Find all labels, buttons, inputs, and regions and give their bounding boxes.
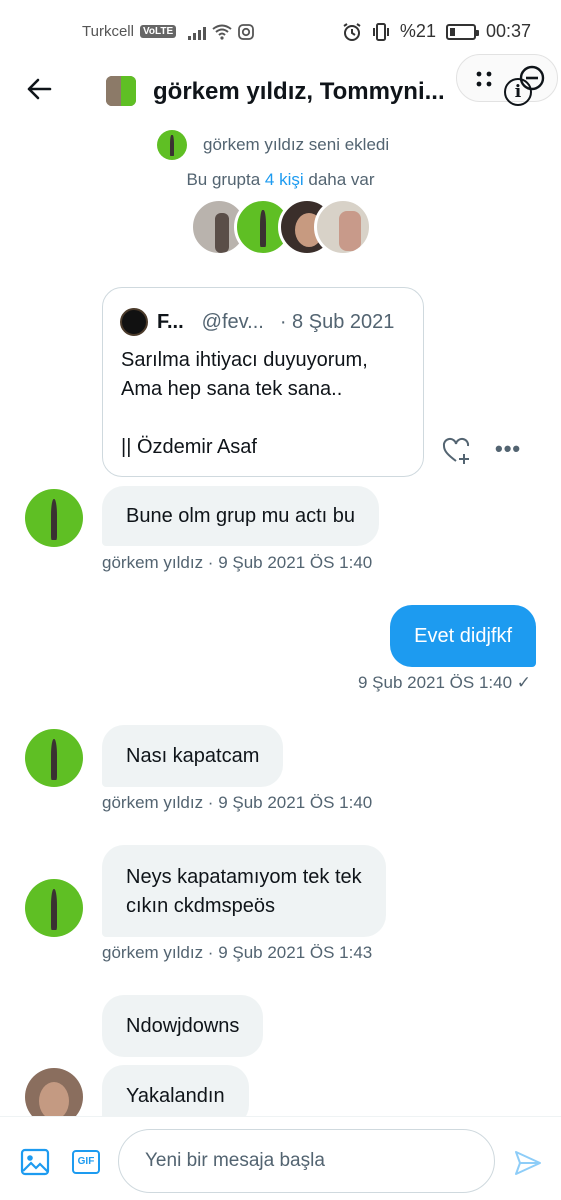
members-link[interactable]: 4 kişi <box>265 170 304 189</box>
status-left: Turkcell VoLTE <box>82 23 255 40</box>
message-meta: görkem yıldız · 9 Şub 2021 ÖS 1:40 <box>102 793 373 812</box>
adder-avatar <box>157 130 187 160</box>
message-composer: GIF <box>0 1116 561 1200</box>
carrier-label: Turkcell <box>82 23 134 40</box>
group-avatar[interactable] <box>106 76 136 106</box>
message-bubble[interactable]: Neys kapatamıyom tek tek cıkın ckdmspeös <box>102 845 386 937</box>
message-bubble[interactable]: Bune olm grup mu actı bu <box>102 486 380 546</box>
count-suffix: daha var <box>303 170 375 189</box>
sender-avatar[interactable] <box>25 729 83 787</box>
message-meta: görkem yıldız · 9 Şub 2021 ÖS 1:40 <box>102 553 373 572</box>
vibrate-icon <box>372 22 389 41</box>
quote-author-name: F... <box>157 310 184 333</box>
gif-icon[interactable]: GIF <box>72 1150 100 1174</box>
message-bubble-outgoing[interactable]: Evet didjfkf <box>390 605 536 667</box>
image-icon[interactable] <box>20 1147 50 1177</box>
sender-avatar[interactable] <box>25 489 83 547</box>
status-right: %21 00:37 <box>342 21 531 42</box>
group-added-notice: görkem yıldız seni ekledi <box>157 130 389 160</box>
dots-grid-icon[interactable] <box>475 70 493 88</box>
quote-date: · 8 Şub 2021 <box>279 310 395 333</box>
added-text: görkem yıldız seni ekledi <box>203 135 390 154</box>
quote-header: F... @fev... · 8 Şub 2021 <box>120 308 406 336</box>
quote-text: Sarılma ihtiyacı duyuyorum, Ama hep sana… <box>121 349 368 458</box>
group-count: Bu grupta 4 kişi daha var <box>0 170 561 190</box>
more-options-icon[interactable]: ••• <box>495 436 521 462</box>
alarm-icon <box>343 22 361 41</box>
message-input[interactable] <box>118 1129 495 1193</box>
message-meta-outgoing: 9 Şub 2021 ÖS 1:40 ✓ <box>357 673 531 692</box>
message-meta: görkem yıldız · 9 Şub 2021 ÖS 1:43 <box>102 943 373 962</box>
conversation-title[interactable]: görkem yıldız, Tommyni... <box>153 78 453 106</box>
quote-tweet-card[interactable]: F... @fev... · 8 Şub 2021 Sarılma ihtiya… <box>102 287 424 477</box>
battery-icon <box>445 23 479 40</box>
sender-avatar[interactable] <box>25 879 83 937</box>
member-avatar[interactable] <box>314 198 372 256</box>
signal-icon <box>188 24 207 40</box>
count-prefix: Bu grupta <box>186 170 265 189</box>
wifi-icon <box>212 24 232 40</box>
quote-author-handle: @fev... <box>201 310 264 333</box>
heart-plus-icon[interactable] <box>442 436 472 466</box>
clock: 00:37 <box>485 21 531 41</box>
info-icon[interactable]: i <box>504 78 532 106</box>
arrow-left-icon[interactable] <box>26 76 52 102</box>
instagram-icon <box>238 23 255 40</box>
message-bubble[interactable]: Nası kapatcam <box>102 725 284 787</box>
send-icon[interactable] <box>514 1149 542 1177</box>
conversation-header: görkem yıldız, Tommyni... i <box>0 54 561 120</box>
quote-author-avatar <box>120 308 148 336</box>
message-bubble[interactable]: Ndowjdowns <box>102 995 264 1057</box>
battery-percent: %21 <box>399 21 436 41</box>
volte-badge: VoLTE <box>139 25 177 38</box>
